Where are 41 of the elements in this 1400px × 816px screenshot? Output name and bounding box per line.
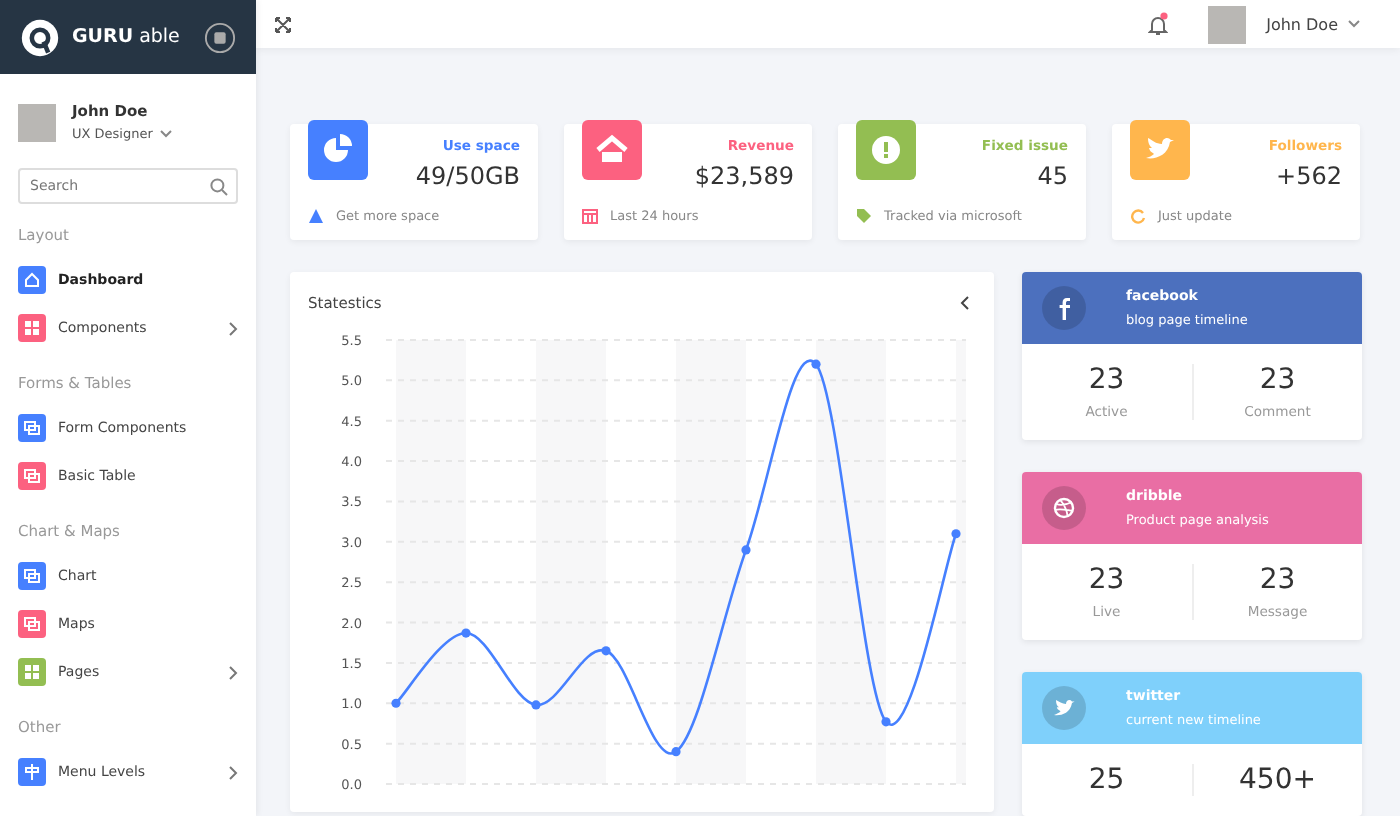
bell-icon[interactable] (1148, 11, 1169, 37)
avatar-placeholder (1208, 5, 1247, 43)
logo-icon (20, 17, 60, 57)
social-stat-value: 25 (1086, 764, 1127, 796)
stat-value: 45 (1035, 162, 1068, 190)
user-menu[interactable]: John Doe (1266, 15, 1360, 33)
data-point (951, 529, 961, 539)
menu-toggle-icon[interactable] (204, 21, 236, 53)
refresh-icon (1130, 208, 1146, 224)
search-icon (210, 177, 228, 195)
bird-icon (1042, 686, 1086, 730)
brand-name: GURU able (72, 26, 182, 48)
chevron-right-icon (228, 321, 238, 335)
dribbble-icon (1042, 486, 1086, 530)
stat-value: 49/50GB (413, 162, 520, 190)
data-point (461, 628, 471, 638)
data-point (741, 545, 751, 555)
data-point (811, 359, 821, 369)
social-stat-value: 23 (1086, 564, 1127, 596)
tag-icon (856, 208, 872, 224)
data-point (881, 717, 891, 727)
chevron-down-icon (1348, 20, 1360, 28)
chevron-left-icon[interactable] (960, 296, 970, 310)
chevron-right-icon (228, 665, 238, 679)
fullscreen-icon[interactable] (274, 15, 292, 33)
facebook-icon (1042, 286, 1086, 330)
data-point (671, 747, 681, 757)
social-stat-value: 450+ (1237, 764, 1318, 796)
stat-value: +562 (1274, 162, 1342, 190)
social-stat-value: 23 (1257, 364, 1298, 396)
data-point (531, 700, 541, 710)
data-point (601, 646, 611, 656)
social-stat-value: 23 (1086, 364, 1127, 396)
stat-value: $23,589 (692, 162, 794, 190)
data-point (391, 698, 401, 708)
chevron-right-icon (228, 765, 238, 779)
warning-icon (308, 208, 324, 224)
calendar-icon (582, 208, 598, 224)
avatar-placeholder (18, 103, 56, 141)
social-stat-value: 23 (1257, 564, 1298, 596)
chevron-down-icon (160, 130, 173, 138)
